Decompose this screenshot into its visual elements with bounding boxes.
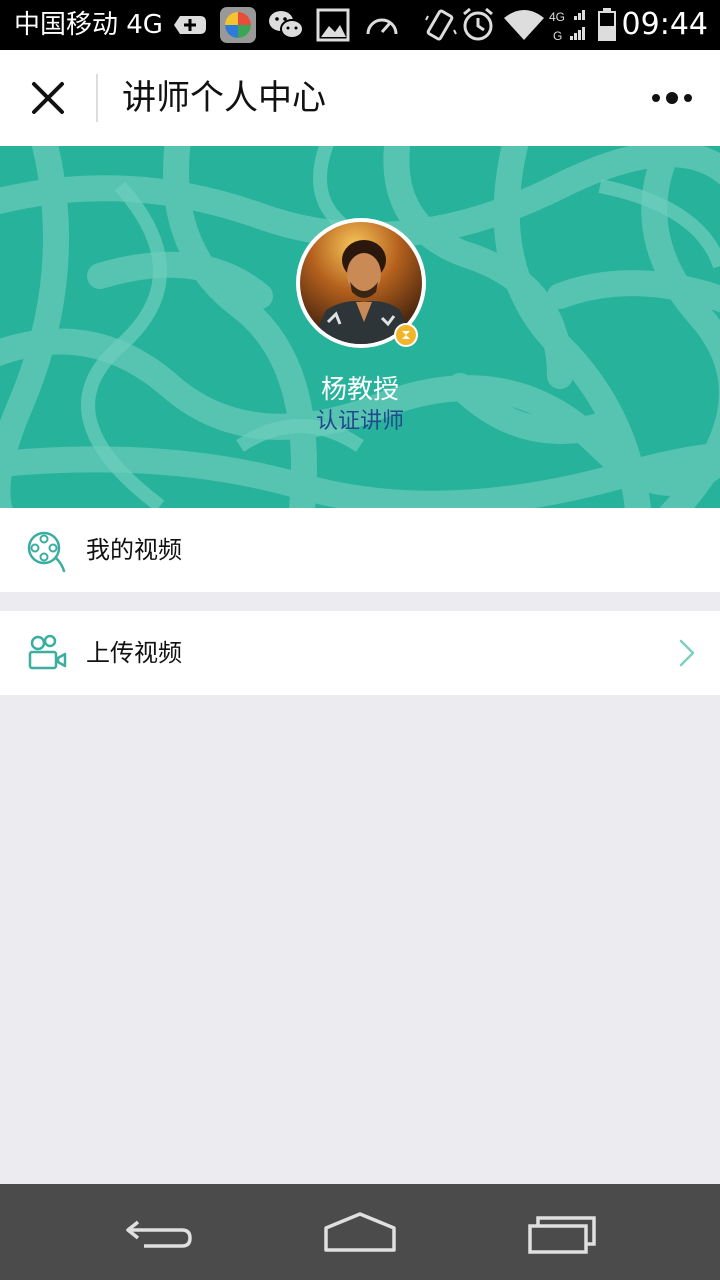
nav-divider bbox=[96, 74, 98, 122]
page-title: 讲师个人中心 bbox=[122, 78, 326, 118]
close-icon[interactable] bbox=[24, 74, 72, 122]
battery-icon bbox=[598, 8, 616, 41]
profile-banner: 杨教授 认证讲师 bbox=[0, 146, 720, 508]
add-notification-icon bbox=[174, 16, 206, 34]
chevron-right-icon bbox=[679, 639, 695, 667]
network-type-label-2: G bbox=[553, 29, 562, 43]
status-bar: 中国移动 4G 4G G 09:44 bbox=[0, 0, 720, 50]
network-type-label: 4G bbox=[549, 10, 565, 24]
clock: 09:44 bbox=[621, 7, 708, 42]
top-nav-bar: 讲师个人中心 bbox=[0, 50, 720, 146]
user-name: 杨教授 bbox=[320, 375, 399, 405]
menu-label-upload-video: 上传视频 bbox=[86, 639, 182, 667]
verified-badge-icon bbox=[394, 323, 418, 347]
more-dots-icon[interactable] bbox=[648, 78, 696, 118]
video-camera-icon bbox=[28, 634, 67, 670]
gallery-icon bbox=[316, 8, 350, 42]
alarm-icon bbox=[463, 7, 493, 41]
user-role-badge: 认证讲师 bbox=[315, 409, 404, 434]
film-reel-icon bbox=[27, 531, 66, 572]
recent-apps-icon[interactable] bbox=[526, 1208, 598, 1256]
menu-item-upload-video[interactable]: 上传视频 bbox=[0, 611, 720, 695]
vibrate-icon bbox=[425, 9, 457, 41]
back-icon[interactable] bbox=[124, 1208, 196, 1256]
menu-item-my-videos[interactable]: 我的视频 bbox=[0, 508, 720, 592]
home-icon[interactable] bbox=[322, 1208, 398, 1256]
carrier-label: 中国移动 4G bbox=[14, 10, 163, 40]
speed-icon bbox=[366, 18, 398, 35]
menu-label-my-videos: 我的视频 bbox=[86, 536, 182, 564]
wifi-icon bbox=[504, 10, 544, 40]
app-store-icon bbox=[220, 7, 256, 43]
system-nav-bar bbox=[0, 1184, 720, 1280]
wechat-icon bbox=[269, 11, 304, 39]
cellular-signal-icon: 4G G bbox=[549, 10, 585, 43]
